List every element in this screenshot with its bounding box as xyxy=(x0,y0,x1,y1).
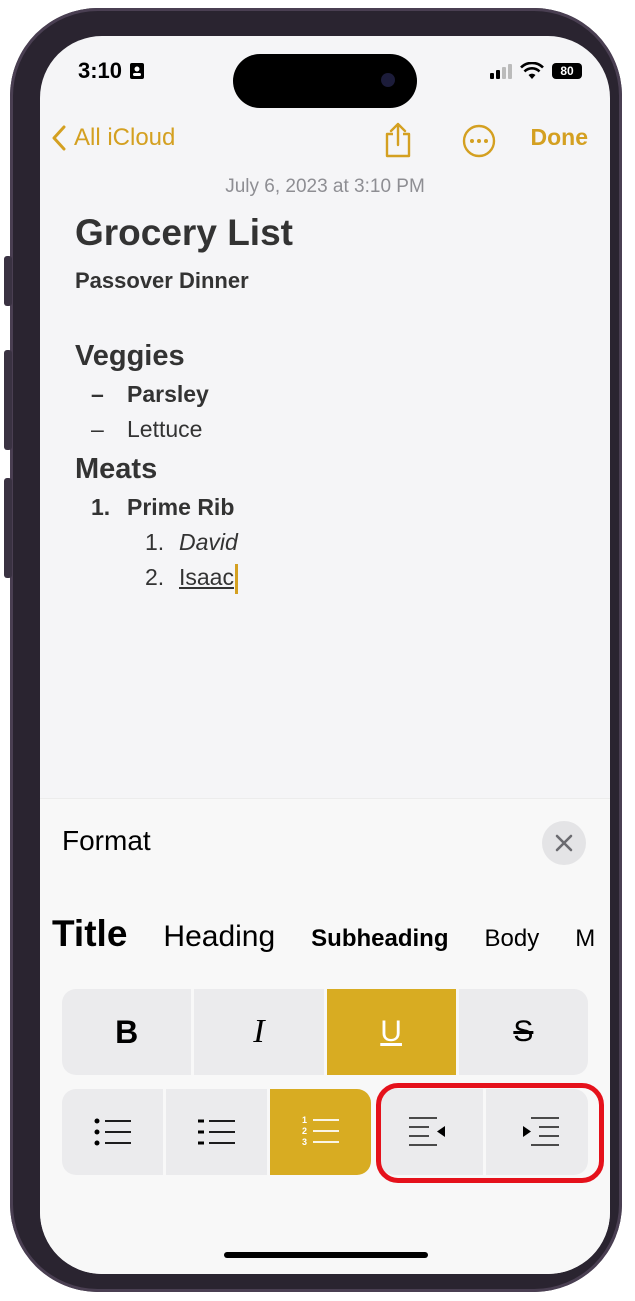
dynamic-island xyxy=(233,54,417,108)
section-heading[interactable]: Veggies xyxy=(75,340,575,373)
volume-up-button xyxy=(4,350,12,450)
svg-text:3: 3 xyxy=(302,1137,307,1147)
share-icon xyxy=(385,122,411,158)
back-button[interactable]: All iCloud xyxy=(52,124,175,152)
paragraph-styles: Title Heading Subheading Body M xyxy=(52,913,610,955)
dashed-list-button[interactable] xyxy=(166,1089,267,1175)
note-subtitle[interactable]: Passover Dinner xyxy=(75,268,575,294)
cellular-signal-icon xyxy=(490,63,512,79)
side-button xyxy=(4,256,12,306)
sub-list-item[interactable]: 2. Isaac xyxy=(75,564,575,594)
numbered-list-button[interactable]: 1 2 3 xyxy=(270,1089,371,1175)
svg-text:1: 1 xyxy=(302,1115,307,1125)
text-style-buttons: B I U S xyxy=(62,989,588,1075)
list-item-text[interactable]: David xyxy=(179,529,238,556)
note-date: July 6, 2023 at 3:10 PM xyxy=(225,176,425,197)
home-indicator xyxy=(224,1252,428,1258)
list-item-text[interactable]: Lettuce xyxy=(127,416,202,443)
list-item[interactable]: 1. Prime Rib xyxy=(75,494,575,521)
list-marker: – xyxy=(91,381,104,407)
camera xyxy=(381,73,395,87)
note-title[interactable]: Grocery List xyxy=(75,212,575,254)
list-item[interactable]: – Lettuce xyxy=(75,416,575,443)
annotation-highlight xyxy=(376,1083,604,1183)
status-time: 3:10 xyxy=(78,58,145,84)
contact-icon xyxy=(130,63,145,79)
sub-list-item[interactable]: 1. David xyxy=(75,529,575,556)
style-title[interactable]: Title xyxy=(52,913,127,955)
chevron-left-icon xyxy=(52,125,66,151)
style-monospaced[interactable]: M xyxy=(575,925,595,953)
note-body[interactable]: Grocery List Passover Dinner Veggies – P… xyxy=(75,212,575,594)
bold-button[interactable]: B xyxy=(62,989,192,1075)
nav-bar: All iCloud Done xyxy=(40,120,610,160)
list-item-text[interactable]: Parsley xyxy=(127,381,209,408)
done-button[interactable]: Done xyxy=(531,124,589,151)
share-button[interactable] xyxy=(383,122,413,163)
strikethrough-button[interactable]: S xyxy=(458,989,588,1075)
list-marker: 1. xyxy=(91,494,111,520)
style-subheading[interactable]: Subheading xyxy=(311,925,448,953)
underline-button[interactable]: U xyxy=(326,989,456,1075)
ellipsis-circle-icon xyxy=(462,124,496,158)
status-icons: 80 xyxy=(490,62,582,80)
more-button[interactable] xyxy=(462,124,496,163)
volume-down-button xyxy=(4,478,12,578)
list-marker: 1. xyxy=(145,529,165,555)
wifi-icon xyxy=(520,62,544,79)
numbered-list-icon: 1 2 3 xyxy=(302,1115,339,1147)
back-label: All iCloud xyxy=(74,124,176,151)
list-marker: 2. xyxy=(145,564,165,590)
style-heading[interactable]: Heading xyxy=(163,920,275,954)
bulleted-list-button[interactable] xyxy=(62,1089,163,1175)
svg-text:2: 2 xyxy=(302,1126,307,1136)
dashed-list-icon xyxy=(197,1119,235,1145)
list-style-buttons: 1 2 3 xyxy=(62,1089,371,1175)
list-item[interactable]: – Parsley xyxy=(75,381,575,408)
close-icon xyxy=(555,834,573,852)
battery-icon: 80 xyxy=(552,63,582,79)
format-title: Format xyxy=(62,825,151,856)
section-heading[interactable]: Meats xyxy=(75,453,575,486)
list-marker: – xyxy=(91,416,104,442)
text-cursor xyxy=(234,564,238,594)
style-body[interactable]: Body xyxy=(485,925,540,953)
format-sheet: Format Title Heading Subheading Body M B… xyxy=(40,798,610,1274)
italic-button[interactable]: I xyxy=(194,989,324,1075)
screen: 3:10 80 All iCloud Done July 6, 2023 at … xyxy=(40,36,610,1274)
list-item-text[interactable]: Prime Rib xyxy=(127,494,234,521)
list-item-text[interactable]: Isaac xyxy=(179,564,234,594)
close-button[interactable] xyxy=(542,821,586,865)
bulleted-list-icon xyxy=(94,1118,131,1146)
